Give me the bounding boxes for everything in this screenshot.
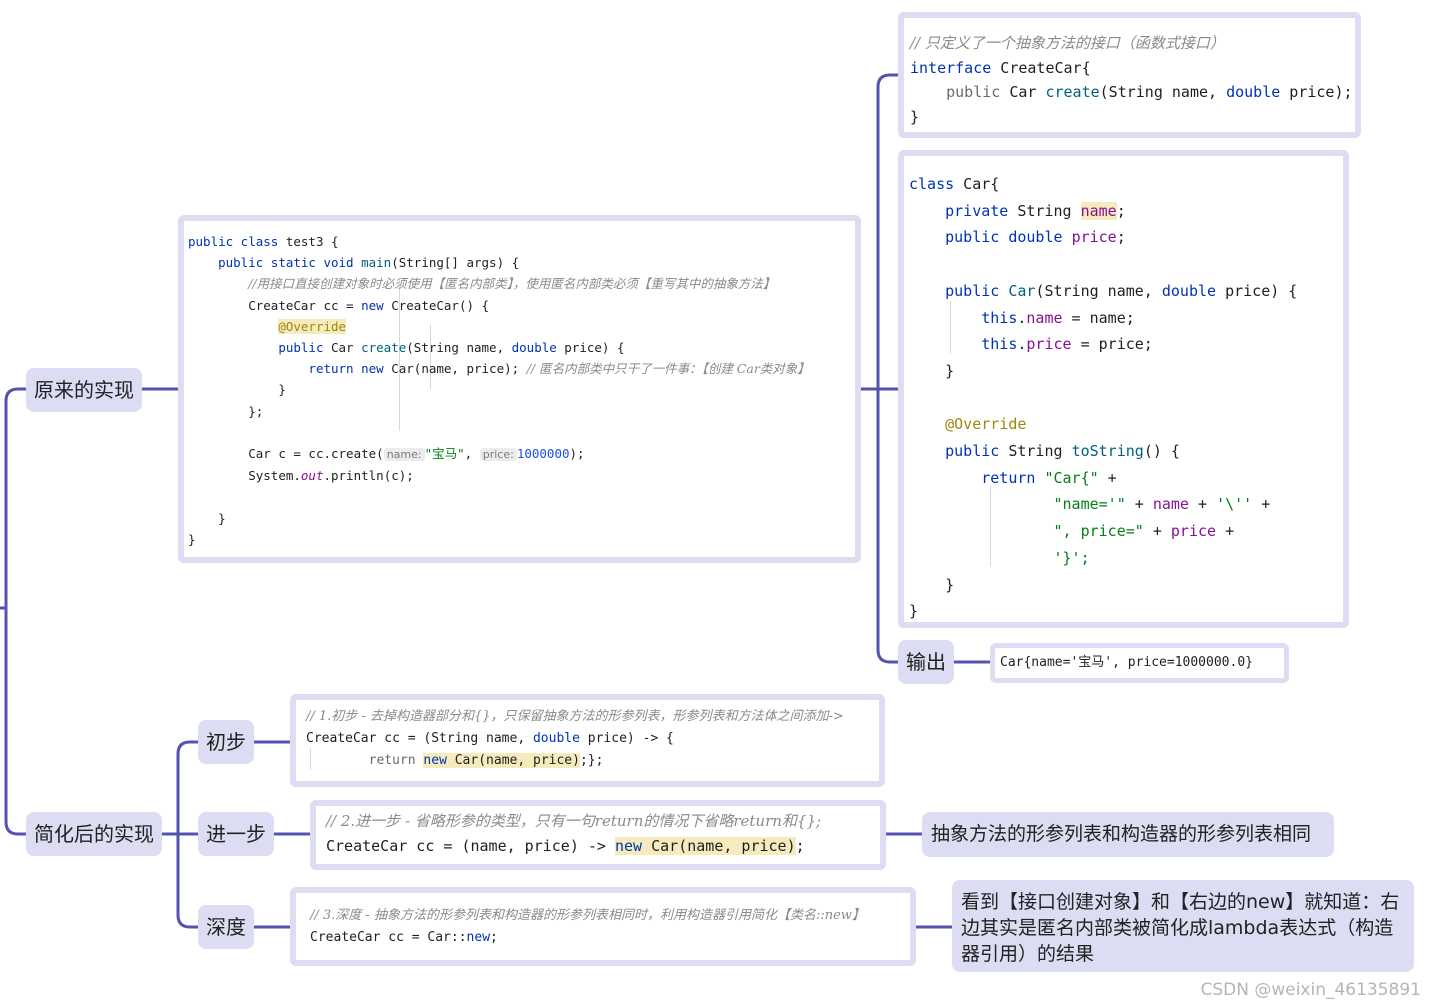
- node-original-implementation[interactable]: 原来的实现: [26, 368, 142, 412]
- step3-code: // 3.深度 - 抽象方法的形参列表和构造器的形参列表相同时，利用构造器引用简…: [310, 908, 865, 945]
- node-step3[interactable]: 深度: [198, 905, 254, 949]
- node-output[interactable]: 输出: [898, 640, 954, 684]
- watermark: CSDN @weixin_46135891: [1200, 980, 1421, 1000]
- step1-code: // 1.初步 - 去掉构造器部分和{}，只保留抽象方法的形参列表，形参列表和方…: [306, 709, 844, 768]
- car-class-code-box: class Car{ private String name; public d…: [898, 150, 1349, 628]
- note-lambda-constructor-reference[interactable]: 看到【接口创建对象】和【右边的new】就知道：右边其实是匿名内部类被简化成lam…: [952, 880, 1414, 972]
- car-class-code: class Car{ private String name; public d…: [909, 175, 1298, 621]
- interface-code-box: // 只定义了一个抽象方法的接口（函数式接口） interface Create…: [898, 12, 1361, 138]
- node-simplified-implementation[interactable]: 简化后的实现: [26, 812, 162, 856]
- step2-code-box: // 2.进一步 - 省略形参的类型，只有一句return的情况下省略retur…: [310, 800, 886, 870]
- output-value: Car{name='宝马', price=1000000.0}: [1000, 655, 1253, 670]
- step2-code: // 2.进一步 - 省略形参的类型，只有一句return的情况下省略retur…: [326, 812, 822, 855]
- node-step2[interactable]: 进一步: [198, 812, 274, 856]
- output-value-box: Car{name='宝马', price=1000000.0}: [990, 643, 1289, 683]
- interface-code: // 只定义了一个抽象方法的接口（函数式接口） interface Create…: [910, 34, 1353, 126]
- main-code: public class test3 { public static void …: [188, 234, 810, 547]
- node-step1[interactable]: 初步: [198, 720, 254, 764]
- main-code-box: public class test3 { public static void …: [178, 215, 861, 563]
- step3-code-box: // 3.深度 - 抽象方法的形参列表和构造器的形参列表相同时，利用构造器引用简…: [290, 887, 916, 966]
- note-same-parameter-list[interactable]: 抽象方法的形参列表和构造器的形参列表相同: [922, 812, 1334, 857]
- step1-code-box: // 1.初步 - 去掉构造器部分和{}，只保留抽象方法的形参列表，形参列表和方…: [290, 694, 885, 787]
